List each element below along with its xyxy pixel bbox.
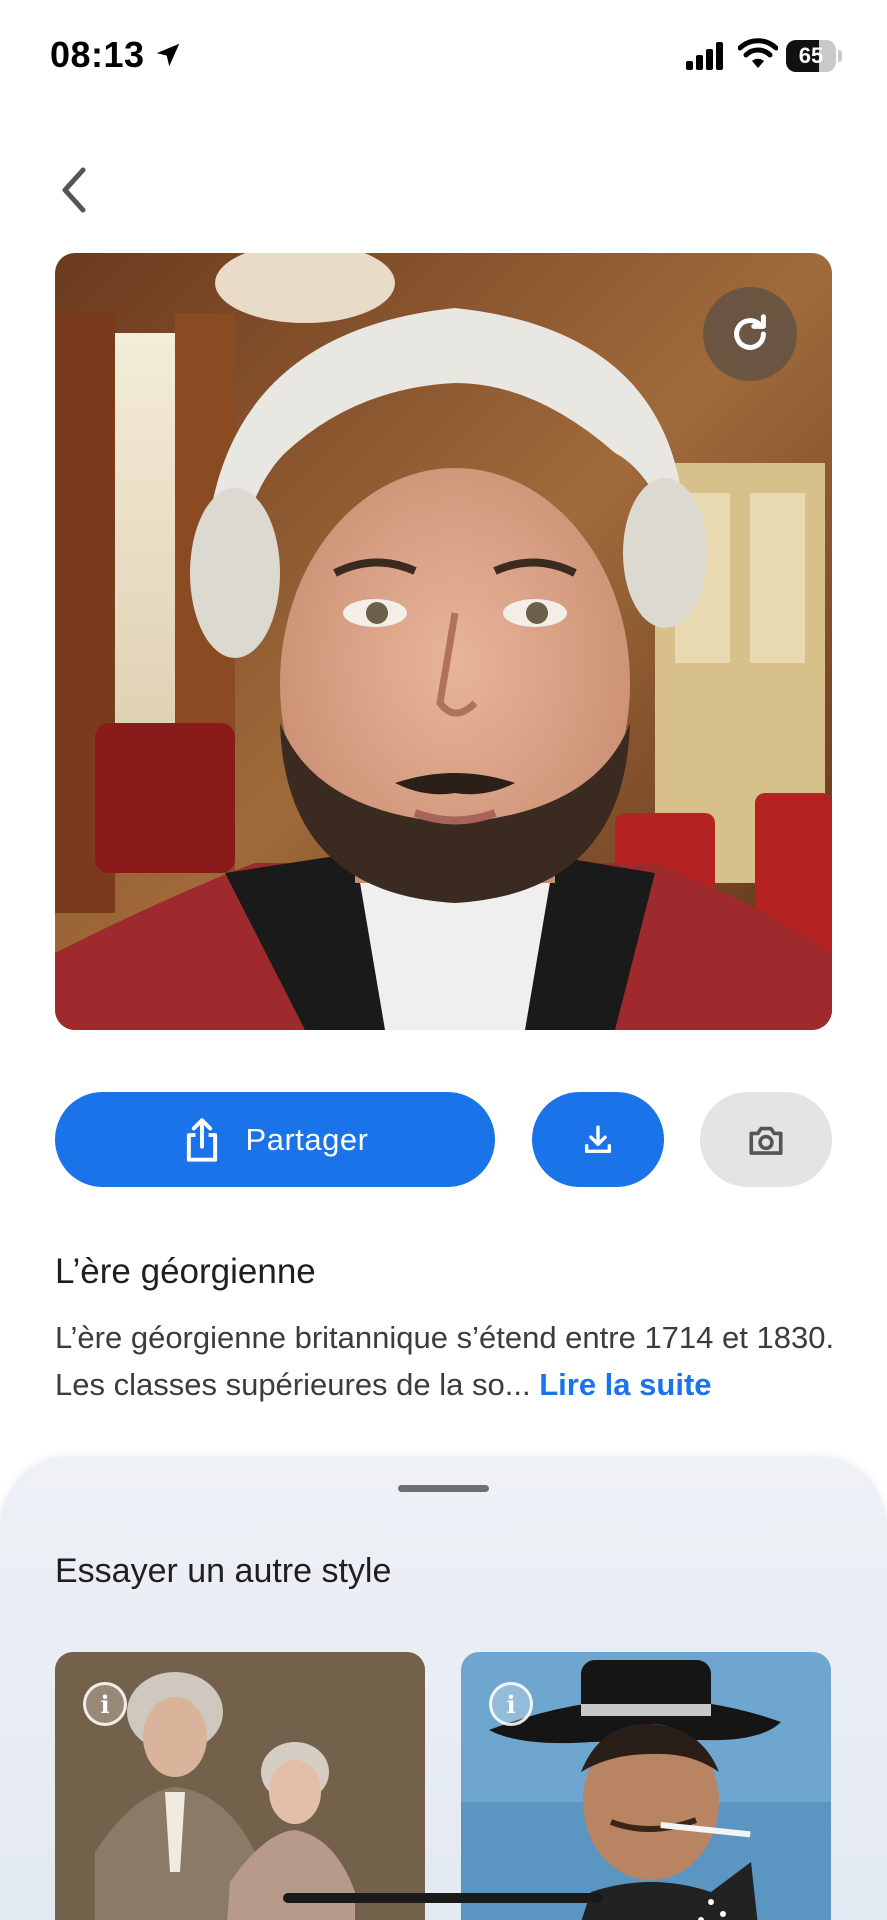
portrait-illustration xyxy=(55,253,832,1030)
era-description-text: L’ère géorgienne britannique s’étend ent… xyxy=(55,1320,835,1402)
status-time: 08:13 xyxy=(50,34,145,75)
back-button[interactable] xyxy=(44,160,104,220)
battery-icon: 65 xyxy=(786,40,842,72)
battery-level: 65 xyxy=(798,43,824,68)
home-indicator xyxy=(283,1893,603,1903)
download-button[interactable] xyxy=(532,1092,664,1187)
location-arrow-icon xyxy=(156,43,180,67)
info-icon[interactable]: i xyxy=(489,1682,533,1726)
info-icon[interactable]: i xyxy=(83,1682,127,1726)
chevron-left-icon xyxy=(62,167,86,213)
regenerate-button[interactable] xyxy=(703,287,797,381)
status-bar: 08:13 65 xyxy=(0,0,887,110)
style-bottom-sheet: Essayer un autre style i i xyxy=(0,1456,887,1920)
style-card-georgian-couple[interactable]: i xyxy=(55,1652,425,1920)
camera-icon xyxy=(749,1126,783,1155)
cellular-signal-icon xyxy=(686,42,723,70)
share-button[interactable]: Partager xyxy=(55,1092,495,1187)
sheet-title: Essayer un autre style xyxy=(55,1552,392,1590)
sheet-drag-handle[interactable] xyxy=(398,1485,489,1492)
era-title: L’ère géorgienne xyxy=(55,1252,316,1291)
share-button-label: Partager xyxy=(245,1121,369,1157)
refresh-icon xyxy=(734,314,766,350)
era-description: L’ère géorgienne britannique s’étend ent… xyxy=(55,1314,845,1408)
share-icon xyxy=(186,1117,217,1162)
style-card-cowboy[interactable]: i xyxy=(461,1652,831,1920)
camera-button[interactable] xyxy=(700,1092,832,1187)
download-icon xyxy=(584,1125,612,1153)
read-more-link[interactable]: Lire la suite xyxy=(539,1367,711,1402)
wifi-icon xyxy=(738,38,778,68)
generated-portrait-image xyxy=(55,253,832,1030)
